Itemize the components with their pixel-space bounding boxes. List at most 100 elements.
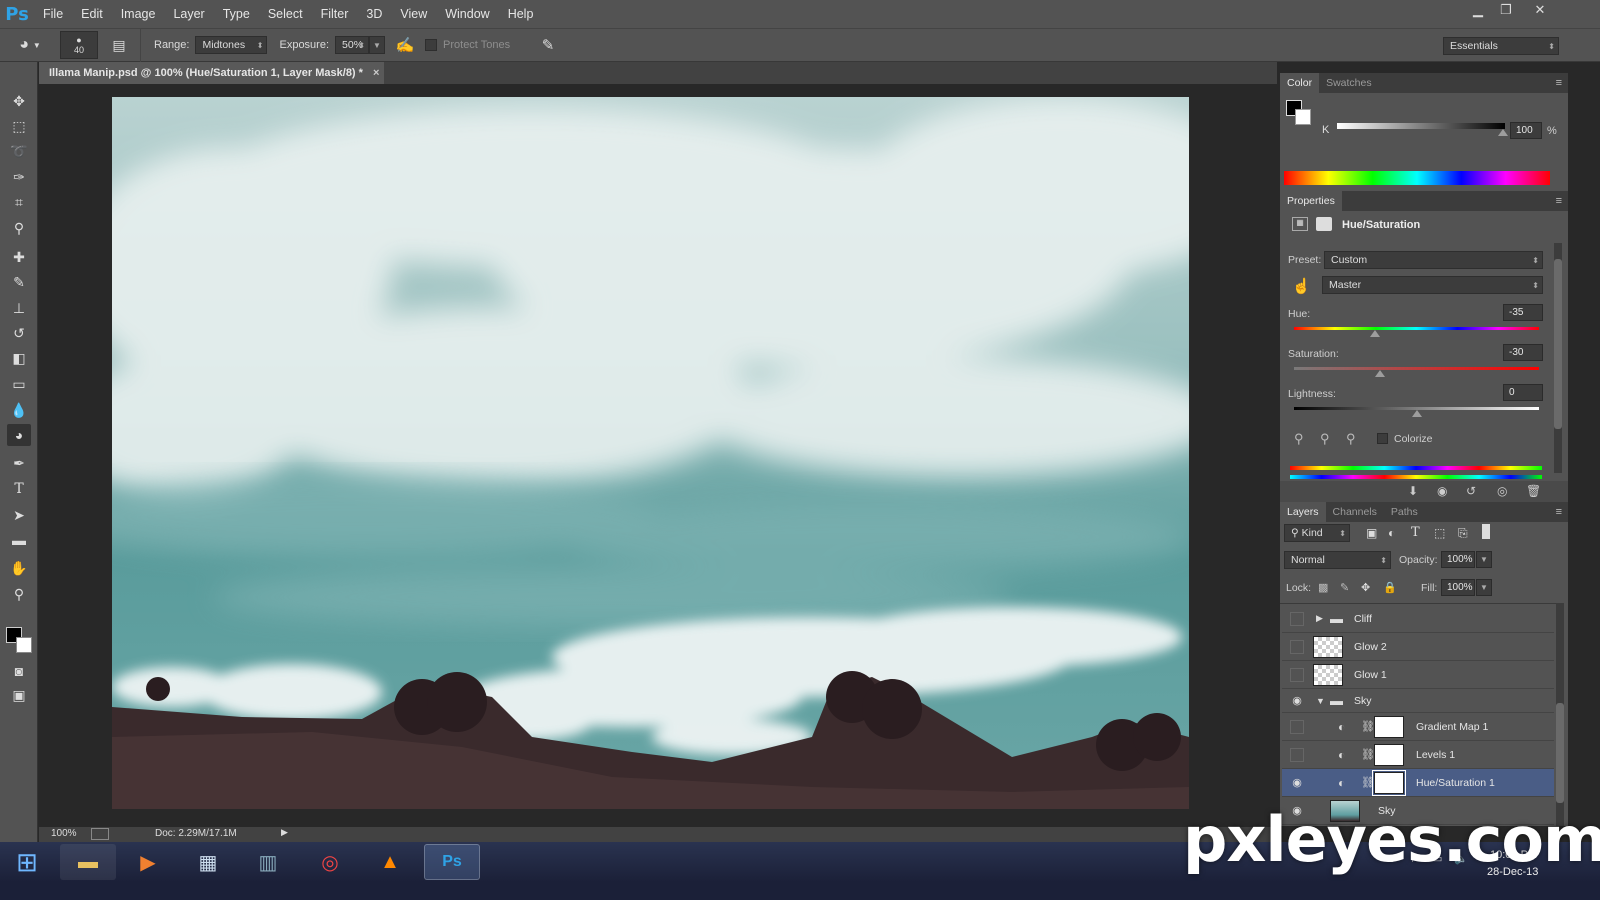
link-chain-icon[interactable]: ⛓ xyxy=(1361,748,1375,761)
airbrush-button[interactable]: ✍ xyxy=(385,36,425,54)
menu-window[interactable]: Window xyxy=(436,0,498,28)
filter-shape-icon[interactable]: ⬚ xyxy=(1434,526,1445,540)
panel-menu-icon[interactable]: ≡ xyxy=(1556,195,1562,207)
document-tab[interactable]: Illama Manip.psd @ 100% (Hue/Saturation … xyxy=(39,62,384,84)
taskbar-recycle[interactable]: ▥ xyxy=(240,844,296,880)
tab-layers[interactable]: Layers xyxy=(1280,502,1326,522)
menu-help[interactable]: Help xyxy=(499,0,543,28)
tab-properties[interactable]: Properties xyxy=(1280,191,1342,211)
layer-row-glow-1[interactable]: Glow 1 xyxy=(1282,661,1554,689)
channel-dropdown[interactable]: Master xyxy=(1322,276,1543,294)
taskbar-media-player[interactable]: ▶ xyxy=(120,844,176,880)
sky-photo[interactable] xyxy=(112,97,1189,809)
zoom-level[interactable]: 100% xyxy=(51,828,77,839)
tab-color[interactable]: Color xyxy=(1280,73,1320,93)
tab-swatches[interactable]: Swatches xyxy=(1319,73,1379,93)
menu-file[interactable]: File xyxy=(34,0,72,28)
type-tool[interactable]: T xyxy=(7,478,31,500)
fill-field[interactable]: 100% xyxy=(1441,579,1475,596)
eye-icon[interactable]: ◉ xyxy=(1290,776,1304,790)
lock-all-icon[interactable]: 🔒 xyxy=(1383,581,1397,594)
saturation-slider-knob[interactable] xyxy=(1374,370,1385,377)
colorize-checkbox[interactable] xyxy=(1377,433,1388,444)
brush-panel-toggle[interactable]: ▤ xyxy=(104,37,134,54)
visibility-toggle-empty[interactable] xyxy=(1290,747,1304,762)
layer-row-levels[interactable]: ◐ ⛓ Levels 1 xyxy=(1282,741,1554,769)
move-tool[interactable]: ✥ xyxy=(7,90,31,112)
layer-mask-thumbnail[interactable] xyxy=(1374,743,1404,766)
hand-tool[interactable]: ✋ xyxy=(7,557,31,579)
link-chain-icon[interactable]: ⛓ xyxy=(1361,720,1375,733)
zoom-tool[interactable]: ⚲ xyxy=(7,583,31,605)
marquee-tool[interactable]: ⬚ xyxy=(7,115,31,137)
properties-scroll-thumb[interactable] xyxy=(1554,259,1562,429)
layer-row-gradient-map[interactable]: ◐ ⛓ Gradient Map 1 xyxy=(1282,713,1554,741)
menu-edit[interactable]: Edit xyxy=(72,0,112,28)
lock-transparent-icon[interactable]: ▩ xyxy=(1318,581,1328,594)
visibility-toggle-empty[interactable] xyxy=(1290,611,1304,626)
layer-row-glow-2[interactable]: Glow 2 xyxy=(1282,633,1554,661)
reset-icon[interactable]: ↺ xyxy=(1466,484,1476,498)
minimize-button[interactable]: ▁ xyxy=(1464,0,1492,20)
sponge-tool-preset[interactable]: ◕ ▼ xyxy=(0,36,60,54)
stamp-tool[interactable]: ⊥ xyxy=(7,297,31,319)
opacity-field[interactable]: 100% xyxy=(1441,551,1475,568)
visibility-toggle-empty[interactable] xyxy=(1290,719,1304,734)
panel-menu-icon[interactable]: ≡ xyxy=(1556,506,1562,518)
taskbar-chrome[interactable]: ◎ xyxy=(302,844,358,880)
saturation-value-field[interactable]: -30 xyxy=(1503,344,1543,361)
visibility-toggle-empty[interactable] xyxy=(1290,639,1304,654)
link-chain-icon[interactable]: ⛓ xyxy=(1361,776,1375,789)
quick-mask-button[interactable]: ◙ xyxy=(7,660,31,682)
pressure-button[interactable]: ✎ xyxy=(528,36,568,54)
healing-tool[interactable]: ✚ xyxy=(7,246,31,268)
filter-kind-dropdown[interactable]: ⚲ Kind xyxy=(1284,524,1350,542)
visibility-toggle-empty[interactable] xyxy=(1290,667,1304,682)
eyedropper-plus-icon[interactable]: ⚲ xyxy=(1320,431,1330,447)
layers-scrollbar[interactable] xyxy=(1556,603,1564,826)
screen-mode-button[interactable]: ▣ xyxy=(7,684,31,706)
lightness-value-field[interactable]: 0 xyxy=(1503,384,1543,401)
close-tab-button[interactable]: × xyxy=(373,67,379,79)
background-color-swatch[interactable] xyxy=(16,637,32,653)
menu-filter[interactable]: Filter xyxy=(312,0,358,28)
protect-tones-checkbox[interactable] xyxy=(425,39,438,51)
close-window-button[interactable]: ✕ xyxy=(1522,0,1558,20)
view-previous-icon[interactable]: ◉ xyxy=(1437,484,1447,498)
brush-size-picker[interactable]: ● 40 xyxy=(60,31,98,59)
hue-slider-track[interactable] xyxy=(1294,327,1539,330)
filter-smart-object-icon[interactable]: ⎘ xyxy=(1458,526,1468,541)
lasso-tool[interactable]: ➰ xyxy=(7,140,31,162)
k-slider-track[interactable] xyxy=(1337,123,1505,129)
crop-tool[interactable]: ⌗ xyxy=(7,191,31,213)
blend-mode-dropdown[interactable]: Normal xyxy=(1284,551,1391,569)
filter-pixel-icon[interactable]: ▣ xyxy=(1366,526,1377,540)
eye-icon[interactable]: ◉ xyxy=(1290,694,1304,708)
taskbar-vlc[interactable]: ▲ xyxy=(362,844,418,880)
blur-tool[interactable]: 💧 xyxy=(7,399,31,421)
history-brush-tool[interactable]: ↺ xyxy=(7,322,31,344)
expand-arrow-icon[interactable]: ▶ xyxy=(1316,613,1323,624)
k-slider-knob[interactable] xyxy=(1498,129,1508,136)
range-dropdown[interactable]: Midtones xyxy=(195,36,268,54)
taskbar-photoshop[interactable]: Ps xyxy=(424,844,480,880)
adjustment-icon[interactable]: ▦ xyxy=(1292,217,1308,231)
shape-tool[interactable]: ▬ xyxy=(7,529,31,551)
eyedropper-tool[interactable]: ⚲ xyxy=(7,217,31,239)
filter-type-icon[interactable]: T xyxy=(1411,525,1420,540)
path-select-tool[interactable]: ➤ xyxy=(7,504,31,526)
tab-paths[interactable]: Paths xyxy=(1384,502,1425,522)
layer-mask-thumbnail[interactable] xyxy=(1374,715,1404,738)
status-menu-arrow-icon[interactable]: ▶ xyxy=(281,827,288,838)
menu-image[interactable]: Image xyxy=(112,0,165,28)
menu-type[interactable]: Type xyxy=(214,0,259,28)
sponge-tool[interactable]: ◕ xyxy=(7,424,31,446)
fill-dropdown-button[interactable]: ▼ xyxy=(1476,579,1492,596)
layers-scroll-thumb[interactable] xyxy=(1556,703,1564,803)
quick-select-tool[interactable]: ✑ xyxy=(7,166,31,188)
restore-button[interactable]: ❐ xyxy=(1492,0,1520,20)
saturation-slider-track[interactable] xyxy=(1294,367,1539,370)
color-spectrum-bar[interactable] xyxy=(1284,171,1550,185)
menu-3d[interactable]: 3D xyxy=(357,0,391,28)
menu-view[interactable]: View xyxy=(391,0,436,28)
